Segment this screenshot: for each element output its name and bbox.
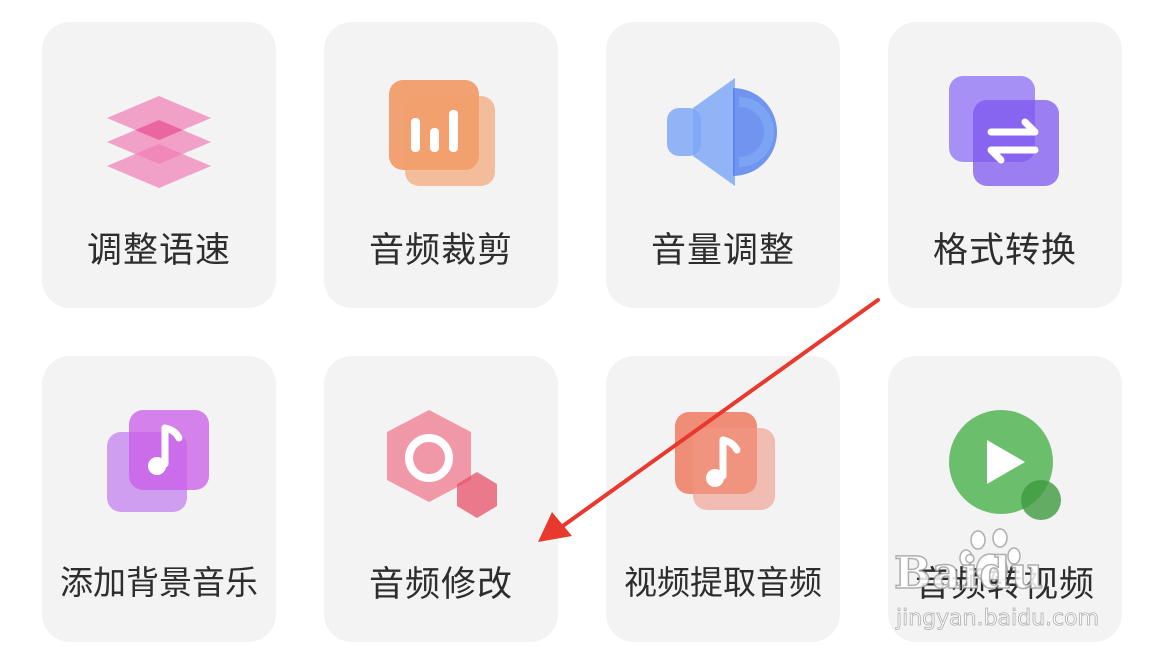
tool-tile-adjust-speed[interactable]: 调整语速: [42, 22, 276, 308]
bar-chart-icon: [381, 72, 501, 192]
music-note-icon: [663, 406, 783, 526]
play-circle-icon: [945, 406, 1065, 526]
tool-label: 视频提取音频: [624, 563, 822, 602]
tool-tile-volume-adjust[interactable]: 音量调整: [606, 22, 840, 308]
tool-label: 音频裁剪: [368, 231, 513, 271]
tools-screen: 调整语速 音频裁剪 音量调整 格式转换 添加背景音乐 音频修改 视频提取音频 音…: [0, 0, 1166, 658]
tool-label: 添加背景音乐: [60, 563, 258, 602]
tool-tile-extract-audio[interactable]: 视频提取音频: [606, 356, 840, 642]
tool-label: 音频转视频: [914, 565, 1095, 605]
tool-grid: 调整语速 音频裁剪 音量调整 格式转换 添加背景音乐 音频修改 视频提取音频 音…: [0, 0, 1166, 658]
tool-tile-audio-to-video[interactable]: 音频转视频: [888, 356, 1122, 642]
speaker-icon: [663, 72, 783, 192]
tool-label: 格式转换: [932, 231, 1077, 271]
music-note-icon: [99, 406, 219, 526]
tool-tile-audio-trim[interactable]: 音频裁剪: [324, 22, 558, 308]
tool-label: 调整语速: [86, 231, 231, 271]
tool-tile-audio-edit[interactable]: 音频修改: [324, 356, 558, 642]
tool-label: 音量调整: [650, 231, 795, 271]
swap-arrows-icon: [945, 72, 1065, 192]
hexagon-ring-icon: [381, 406, 501, 526]
tool-tile-add-bgm[interactable]: 添加背景音乐: [42, 356, 276, 642]
layers-icon: [99, 72, 219, 192]
tool-tile-format-convert[interactable]: 格式转换: [888, 22, 1122, 308]
tool-label: 音频修改: [368, 565, 513, 605]
